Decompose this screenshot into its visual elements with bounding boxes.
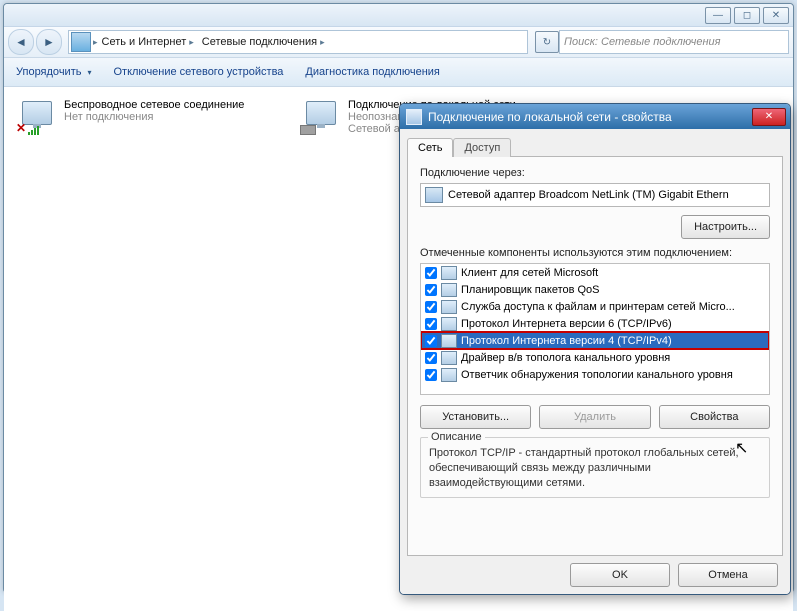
connection-properties-dialog: Подключение по локальной сети - свойства… bbox=[399, 103, 791, 595]
close-button[interactable]: ✕ bbox=[763, 7, 789, 24]
toolbar: Упорядочить Отключение сетевого устройст… bbox=[4, 58, 793, 87]
protocol-icon bbox=[441, 334, 457, 348]
adapter-name: Сетевой адаптер Broadcom NetLink (TM) Gi… bbox=[448, 189, 729, 201]
breadcrumb-icon bbox=[71, 32, 91, 52]
breadcrumb[interactable]: ▸ Сеть и Интернет▸ Сетевые подключения▸ bbox=[68, 30, 528, 54]
responder-icon bbox=[441, 368, 457, 382]
explorer-titlebar: — ◻ ✕ bbox=[4, 4, 793, 27]
item-checkbox[interactable] bbox=[425, 301, 437, 313]
item-checkbox[interactable] bbox=[425, 352, 437, 364]
refresh-button[interactable]: ↻ bbox=[535, 31, 559, 53]
connection-title: Беспроводное сетевое соединение bbox=[64, 99, 244, 111]
protocol-icon bbox=[441, 317, 457, 331]
forward-button[interactable]: ► bbox=[36, 29, 62, 55]
network-icon bbox=[406, 109, 422, 125]
item-checkbox[interactable] bbox=[425, 335, 437, 347]
connect-via-label: Подключение через: bbox=[420, 167, 770, 179]
components-list[interactable]: Клиент для сетей Microsoft Планировщик п… bbox=[420, 263, 770, 395]
adapter-icon bbox=[425, 187, 443, 203]
adapter-field: Сетевой адаптер Broadcom NetLink (TM) Gi… bbox=[420, 183, 770, 207]
navbar: ◄ ► ▸ Сеть и Интернет▸ Сетевые подключен… bbox=[4, 27, 793, 58]
list-item: Планировщик пакетов QoS bbox=[421, 281, 769, 298]
item-checkbox[interactable] bbox=[425, 284, 437, 296]
configure-button[interactable]: Настроить... bbox=[681, 215, 770, 239]
wireless-icon: ✕ bbox=[16, 99, 58, 135]
list-item: Протокол Интернета версии 6 (TCP/IPv6) bbox=[421, 315, 769, 332]
disable-device-button[interactable]: Отключение сетевого устройства bbox=[107, 64, 289, 80]
dialog-title: Подключение по локальной сети - свойства bbox=[428, 110, 672, 124]
dialog-titlebar: Подключение по локальной сети - свойства… bbox=[400, 104, 790, 129]
organize-menu[interactable]: Упорядочить bbox=[10, 64, 97, 80]
maximize-button[interactable]: ◻ bbox=[734, 7, 760, 24]
cancel-button[interactable]: Отмена bbox=[678, 563, 778, 587]
install-button[interactable]: Установить... bbox=[420, 405, 531, 429]
diagnose-button[interactable]: Диагностика подключения bbox=[299, 64, 445, 80]
service-icon bbox=[441, 300, 457, 314]
qos-icon bbox=[441, 283, 457, 297]
crumb-item[interactable]: Сеть и Интернет▸ bbox=[98, 36, 198, 48]
item-checkbox[interactable] bbox=[425, 369, 437, 381]
tab-access[interactable]: Доступ bbox=[453, 138, 511, 157]
description-group: Описание Протокол TCP/IP - стандартный п… bbox=[420, 437, 770, 498]
close-button[interactable]: ✕ bbox=[752, 108, 786, 126]
search-placeholder: Поиск: Сетевые подключения bbox=[564, 36, 721, 48]
properties-button[interactable]: Свойства bbox=[659, 405, 770, 429]
tab-panel-network: Подключение через: Сетевой адаптер Broad… bbox=[407, 156, 783, 556]
list-item: Драйвер в/в тополога канального уровня bbox=[421, 349, 769, 366]
components-label: Отмеченные компоненты используются этим … bbox=[420, 247, 770, 259]
ok-button[interactable]: OK bbox=[570, 563, 670, 587]
driver-icon bbox=[441, 351, 457, 365]
list-item-ipv4: Протокол Интернета версии 4 (TCP/IPv4) bbox=[421, 332, 769, 349]
tab-network[interactable]: Сеть bbox=[407, 138, 453, 157]
description-text: Протокол TCP/IP - стандартный протокол г… bbox=[429, 446, 761, 491]
client-icon bbox=[441, 266, 457, 280]
lan-icon bbox=[300, 99, 342, 135]
list-item: Ответчик обнаружения топологии канальног… bbox=[421, 366, 769, 383]
item-checkbox[interactable] bbox=[425, 267, 437, 279]
list-item: Служба доступа к файлам и принтерам сете… bbox=[421, 298, 769, 315]
item-checkbox[interactable] bbox=[425, 318, 437, 330]
search-input[interactable]: Поиск: Сетевые подключения bbox=[559, 30, 789, 54]
list-item: Клиент для сетей Microsoft bbox=[421, 264, 769, 281]
group-title: Описание bbox=[428, 431, 485, 443]
crumb-item[interactable]: Сетевые подключения▸ bbox=[198, 36, 329, 48]
back-button[interactable]: ◄ bbox=[8, 29, 34, 55]
dialog-footer: OK Отмена bbox=[400, 556, 790, 594]
remove-button[interactable]: Удалить bbox=[539, 405, 650, 429]
tabstrip: Сеть Доступ bbox=[407, 135, 783, 156]
connection-wireless[interactable]: ✕ Беспроводное сетевое соединение Нет по… bbox=[14, 95, 288, 139]
minimize-button[interactable]: — bbox=[705, 7, 731, 24]
connection-sub: Нет подключения bbox=[64, 111, 244, 123]
